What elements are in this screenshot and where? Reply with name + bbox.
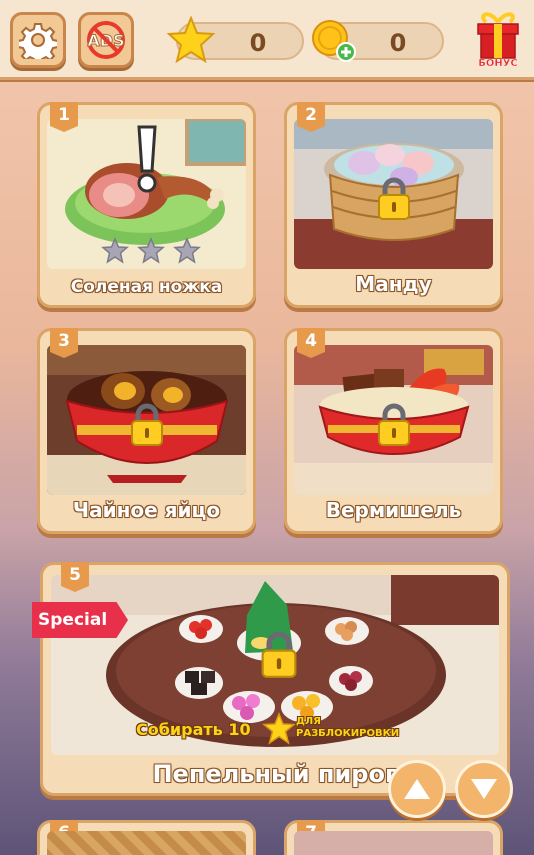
unlock-subtext: ДЛЯ РАЗБЛОКИРОВКИ <box>296 716 400 739</box>
scroll-down-button[interactable] <box>455 760 513 818</box>
level-1-stars <box>101 237 201 265</box>
level-card-1[interactable]: 1 Соленая ножка <box>37 102 256 308</box>
level-card-6[interactable]: 6 <box>37 820 256 855</box>
level-number-tag: 4 <box>297 328 325 358</box>
coin-plus-icon[interactable] <box>310 18 358 64</box>
bonus-label: БОНУС <box>478 58 518 69</box>
level-number-tag: 3 <box>50 328 78 358</box>
level-title: Вермишель <box>325 498 462 522</box>
star-empty-icon <box>137 237 165 264</box>
scroll-up-button[interactable] <box>388 760 446 818</box>
bonus-button[interactable]: БОНУС <box>470 8 526 74</box>
unlock-text: Собирать 10 <box>136 720 251 739</box>
level-card-5[interactable]: 5 Пепельный пирог <box>40 562 510 796</box>
arrow-down-icon <box>471 779 497 799</box>
level-number-tag: 1 <box>50 102 78 132</box>
top-bar: ADS 0 0 БОНУС <box>0 0 534 80</box>
gift-icon <box>477 12 519 59</box>
no-ads-button[interactable]: ADS <box>78 12 134 68</box>
lock-icon <box>378 177 410 220</box>
level-title: Чайное яйцо <box>72 498 221 522</box>
no-ads-icon: ADS <box>87 21 125 59</box>
level-title: Манду <box>355 272 432 296</box>
lock-icon <box>378 403 410 446</box>
level-card-4[interactable]: 4 Вермишель <box>284 328 503 534</box>
level-2-image <box>294 119 493 269</box>
lock-icon <box>261 631 297 678</box>
star-icon <box>166 16 216 64</box>
level-card-7[interactable]: 7 <box>284 820 503 855</box>
stars-value: 0 <box>249 29 267 57</box>
star-icon <box>262 712 296 745</box>
level-4-image <box>294 345 493 495</box>
level-card-3[interactable]: 3 Чайное яйцо <box>37 328 256 534</box>
exclamation-icon <box>137 125 157 193</box>
level-7-image <box>294 831 493 855</box>
unlock-requirement: Собирать 10 ДЛЯ РАЗБЛОКИРОВКИ <box>136 712 416 752</box>
level-title: Соленая ножка <box>70 277 223 297</box>
arrow-up-icon <box>404 779 430 799</box>
lock-icon <box>131 403 163 446</box>
level-6-image <box>47 831 246 855</box>
coins-value: 0 <box>389 29 407 57</box>
special-badge: Special <box>32 602 128 638</box>
star-empty-icon <box>101 237 129 264</box>
level-3-image <box>47 345 246 495</box>
settings-button[interactable] <box>10 12 66 68</box>
level-1-image <box>47 119 246 269</box>
star-empty-icon <box>173 237 201 264</box>
level-card-2[interactable]: 2 Манду <box>284 102 503 308</box>
level-number-tag: 2 <box>297 102 325 132</box>
gear-icon <box>19 23 57 59</box>
level-number-tag: 5 <box>61 562 89 592</box>
